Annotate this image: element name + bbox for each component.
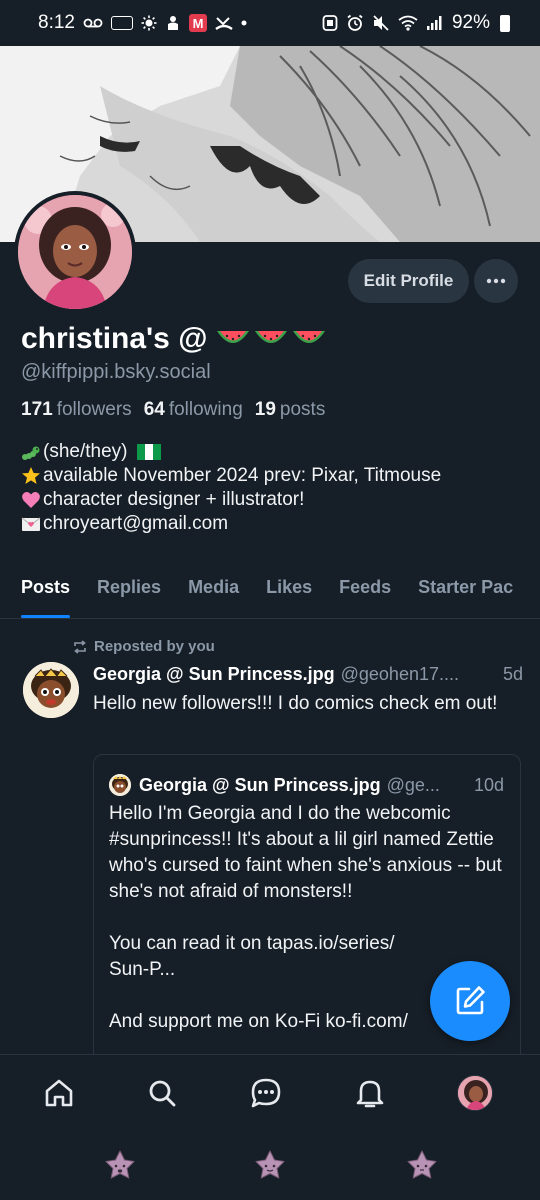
ellipsis-icon [486,278,506,284]
tab-likes[interactable]: Likes [266,565,312,618]
status-bar: 8:12 M 92% [0,0,540,46]
bio-text[interactable]: chroyeart@gmail.com [43,512,228,536]
following-link[interactable]: 64 following [144,399,243,421]
watermelon-icon [255,331,288,343]
posts-count: 19 [254,399,276,420]
bio-text: character designer + illustrator! [43,489,305,510]
brightness-icon [141,14,157,32]
repost-indicator: Reposted by you [72,638,215,655]
quote-timestamp: 10d [473,774,504,795]
recents-icon[interactable] [100,1147,140,1187]
bio-text: (she/they) [43,441,128,462]
tab-posts[interactable]: Posts [21,565,71,618]
nav-avatar [457,1075,493,1111]
system-navigation [0,1147,540,1197]
compose-button[interactable] [430,961,510,1041]
profile-nav-item[interactable] [455,1073,495,1113]
envelope-icon [21,517,41,531]
following-label: following [168,399,243,420]
watermelon-icon [217,331,250,343]
profile-stats: 171 followers 64 following 19 posts [21,399,325,421]
followers-link[interactable]: 171 followers [21,399,132,421]
tab-feeds[interactable]: Feeds [339,565,391,618]
quote-author-handle: @ge... [386,774,440,795]
bottom-navigation [0,1054,540,1200]
profile-tabs: Posts Replies Media Likes Feeds Starter … [0,565,540,619]
home-icon[interactable] [39,1073,79,1113]
mute-icon [372,14,390,32]
following-count: 64 [143,399,165,420]
bio-line: chroyeart@gmail.com [21,512,441,536]
pink-heart-icon [22,492,40,508]
quote-header: Georgia @ Sun Princess.jpg @ge... 10d [109,774,504,796]
sim-icon [110,16,133,30]
profile-handle: @kiffpippi.bsky.social [21,361,211,383]
display-name: christina's @ [21,322,327,356]
caterpillar-icon [22,446,40,460]
back-icon[interactable] [402,1147,442,1187]
post-header: Georgia @ Sun Princess.jpg @geohen17....… [93,664,523,685]
watermelon-icon [293,331,326,343]
missed-call-icon [215,14,233,32]
post-author-handle[interactable]: @geohen17.... [341,664,459,685]
search-icon[interactable] [142,1073,182,1113]
post-text[interactable]: Hello new followers!!! I do comics check… [93,691,523,717]
post-timestamp[interactable]: 5d [495,664,523,685]
tab-starter-packs[interactable]: Starter Pac [418,565,513,618]
profile-bio: (she/they) available November 2024 prev:… [21,440,441,536]
posts-label: posts [279,399,326,420]
nfc-icon [322,14,338,32]
repost-icon [74,639,86,654]
status-time: 8:12 [38,12,75,33]
repost-label: Reposted by you [94,638,215,655]
alarm-icon [346,14,364,32]
bio-text: available November 2024 prev: Pixar, Tit… [43,465,442,486]
wifi-icon [398,14,418,32]
bio-line: character designer + illustrator! [21,488,441,512]
android-icon [165,14,181,32]
quoted-post[interactable]: Georgia @ Sun Princess.jpg @ge... 10d He… [93,754,521,1094]
posts-stat: 19 posts [255,399,326,421]
followers-label: followers [56,399,132,420]
nigeria-flag-icon [137,444,162,460]
bio-line: available November 2024 prev: Pixar, Tit… [21,464,441,488]
tab-media[interactable]: Media [188,565,239,618]
edit-profile-button[interactable]: Edit Profile [348,259,469,303]
bell-icon[interactable] [350,1073,390,1113]
chat-icon[interactable] [246,1073,286,1113]
bio-line: (she/they) [21,440,441,464]
followers-count: 171 [21,399,53,420]
tab-replies[interactable]: Replies [97,565,161,618]
display-name-text: christina's @ [21,322,208,355]
star-icon [22,467,40,484]
battery-percent: 92% [451,12,490,33]
mail-m-icon: M [188,14,207,32]
post-author-avatar[interactable] [23,662,79,718]
compose-icon [456,986,485,1015]
voicemail-icon [83,14,103,32]
watermelon-emoji-group [215,327,327,351]
profile-avatar[interactable] [14,191,136,313]
battery-icon [500,14,510,32]
quote-author-name: Georgia @ Sun Princess.jpg [139,774,381,795]
dot-icon [241,14,247,32]
more-options-button[interactable] [474,259,518,303]
home-system-icon[interactable] [250,1147,290,1187]
signal-icon [426,14,444,32]
post-author-name[interactable]: Georgia @ Sun Princess.jpg [93,664,335,685]
quote-author-avatar [109,774,131,796]
